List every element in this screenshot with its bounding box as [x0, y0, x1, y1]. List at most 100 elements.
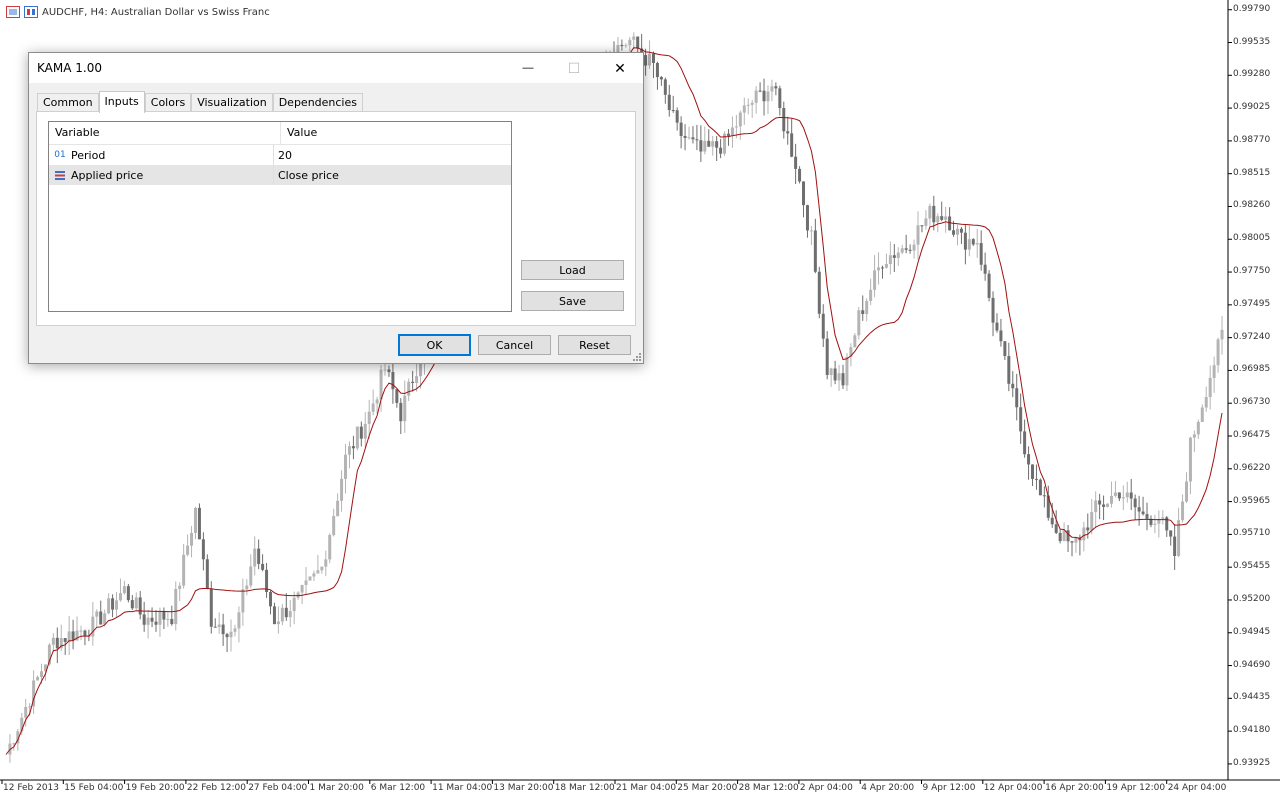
candle-body: [1023, 431, 1027, 455]
candle-body: [257, 548, 261, 564]
candle-body: [107, 598, 111, 614]
candle-body: [245, 585, 249, 590]
one-click-trading-icon[interactable]: [24, 6, 38, 18]
candle-body: [229, 631, 233, 638]
candle-body: [959, 228, 963, 233]
candle-body: [272, 606, 276, 625]
candle-body: [395, 389, 399, 403]
candle-body: [667, 94, 671, 111]
y-tick-label: 0.95455: [1233, 561, 1271, 572]
table-row[interactable]: Applied price Close price: [49, 165, 511, 185]
candle-body: [312, 573, 316, 577]
candle-body: [651, 53, 655, 63]
candle-body: [1125, 492, 1129, 498]
candle-body: [648, 53, 652, 66]
column-header-variable[interactable]: Variable: [49, 122, 281, 144]
y-tick-label: 0.94180: [1233, 725, 1271, 736]
candle-body: [138, 597, 142, 615]
candle-body: [1181, 501, 1185, 521]
inputs-table[interactable]: Variable Value 01 Period 20 Applied pric…: [48, 121, 512, 312]
candle-body: [40, 671, 44, 677]
candle-body: [355, 426, 359, 449]
candle-body: [241, 589, 245, 613]
candle-body: [1090, 512, 1094, 531]
x-tick-label: 9 Apr 12:00: [922, 783, 976, 793]
y-tick-label: 0.97495: [1233, 298, 1271, 309]
candle-body: [284, 607, 288, 618]
close-button[interactable]: ✕: [597, 53, 643, 83]
candle-body: [209, 588, 213, 627]
chart-symbol-title: AUDCHF, H4: Australian Dollar vs Swiss F…: [42, 6, 270, 18]
candle-body: [904, 248, 908, 250]
chart-menu-icon[interactable]: [6, 6, 20, 18]
candle-body: [134, 597, 138, 609]
candle-body: [83, 630, 87, 636]
tab-common[interactable]: Common: [37, 93, 99, 112]
candle-body: [888, 255, 892, 264]
x-tick-label: 27 Feb 04:00: [248, 783, 308, 793]
candle-body: [758, 90, 762, 92]
candle-body: [249, 566, 253, 586]
candle-body: [663, 79, 667, 95]
y-tick-label: 0.94945: [1233, 626, 1271, 637]
candle-body: [253, 548, 257, 567]
candle-body: [1011, 383, 1015, 389]
candle-body: [182, 554, 186, 586]
candle-body: [1192, 434, 1196, 438]
candle-body: [288, 611, 292, 618]
candle-body: [837, 373, 841, 381]
tab-visualization[interactable]: Visualization: [191, 93, 273, 112]
row-value[interactable]: Close price: [274, 169, 339, 182]
reset-button[interactable]: Reset: [558, 335, 631, 355]
x-tick-label: 13 Mar 20:00: [493, 783, 554, 793]
candle-body: [896, 252, 900, 258]
candle-body: [809, 230, 813, 232]
candle-body: [28, 706, 32, 708]
candle-body: [628, 39, 632, 46]
candle-body: [1133, 498, 1137, 508]
candle-body: [63, 638, 67, 642]
candle-body: [1082, 527, 1086, 541]
tab-colors[interactable]: Colors: [144, 93, 192, 112]
x-tick-label: 18 Mar 12:00: [554, 783, 615, 793]
save-button[interactable]: Save: [521, 291, 624, 311]
dialog-titlebar[interactable]: KAMA 1.00 — ☐ ✕: [29, 53, 643, 83]
candle-body: [1121, 497, 1125, 499]
candle-body: [115, 600, 119, 610]
candle-body: [1220, 329, 1224, 340]
column-header-value[interactable]: Value: [281, 122, 317, 144]
candle-body: [1015, 388, 1019, 408]
resize-grip-icon[interactable]: [632, 352, 642, 362]
candle-body: [158, 611, 162, 625]
candle-body: [1200, 407, 1204, 422]
candle-body: [861, 310, 865, 315]
minimize-icon: —: [522, 62, 534, 74]
y-tick-label: 0.96475: [1233, 430, 1271, 440]
candle-body: [292, 597, 296, 612]
maximize-icon: ☐: [567, 59, 581, 76]
y-tick-label: 0.98515: [1233, 167, 1271, 178]
y-tick-label: 0.99535: [1233, 36, 1271, 47]
integer-param-icon: 01: [54, 150, 66, 160]
candle-body: [1184, 481, 1188, 502]
minimize-button[interactable]: —: [505, 53, 551, 83]
tab-inputs[interactable]: Inputs: [98, 91, 145, 113]
candle-body: [750, 102, 754, 105]
candle-body: [1027, 454, 1031, 465]
candle-body: [805, 205, 809, 231]
x-tick-label: 12 Feb 2013: [3, 783, 60, 793]
table-row[interactable]: 01 Period 20: [49, 145, 511, 165]
candle-body: [963, 232, 967, 250]
ok-button[interactable]: OK: [398, 334, 471, 356]
row-value[interactable]: 20: [274, 149, 292, 162]
tab-dependencies[interactable]: Dependencies: [272, 93, 363, 112]
cancel-button[interactable]: Cancel: [478, 335, 551, 355]
candle-body: [813, 230, 817, 272]
candle-body: [403, 395, 407, 422]
candle-body: [821, 313, 825, 339]
candle-body: [1066, 530, 1070, 542]
candle-body: [1106, 503, 1110, 507]
candle-body: [1212, 365, 1216, 378]
candle-body: [328, 535, 332, 560]
load-button[interactable]: Load: [521, 260, 624, 280]
